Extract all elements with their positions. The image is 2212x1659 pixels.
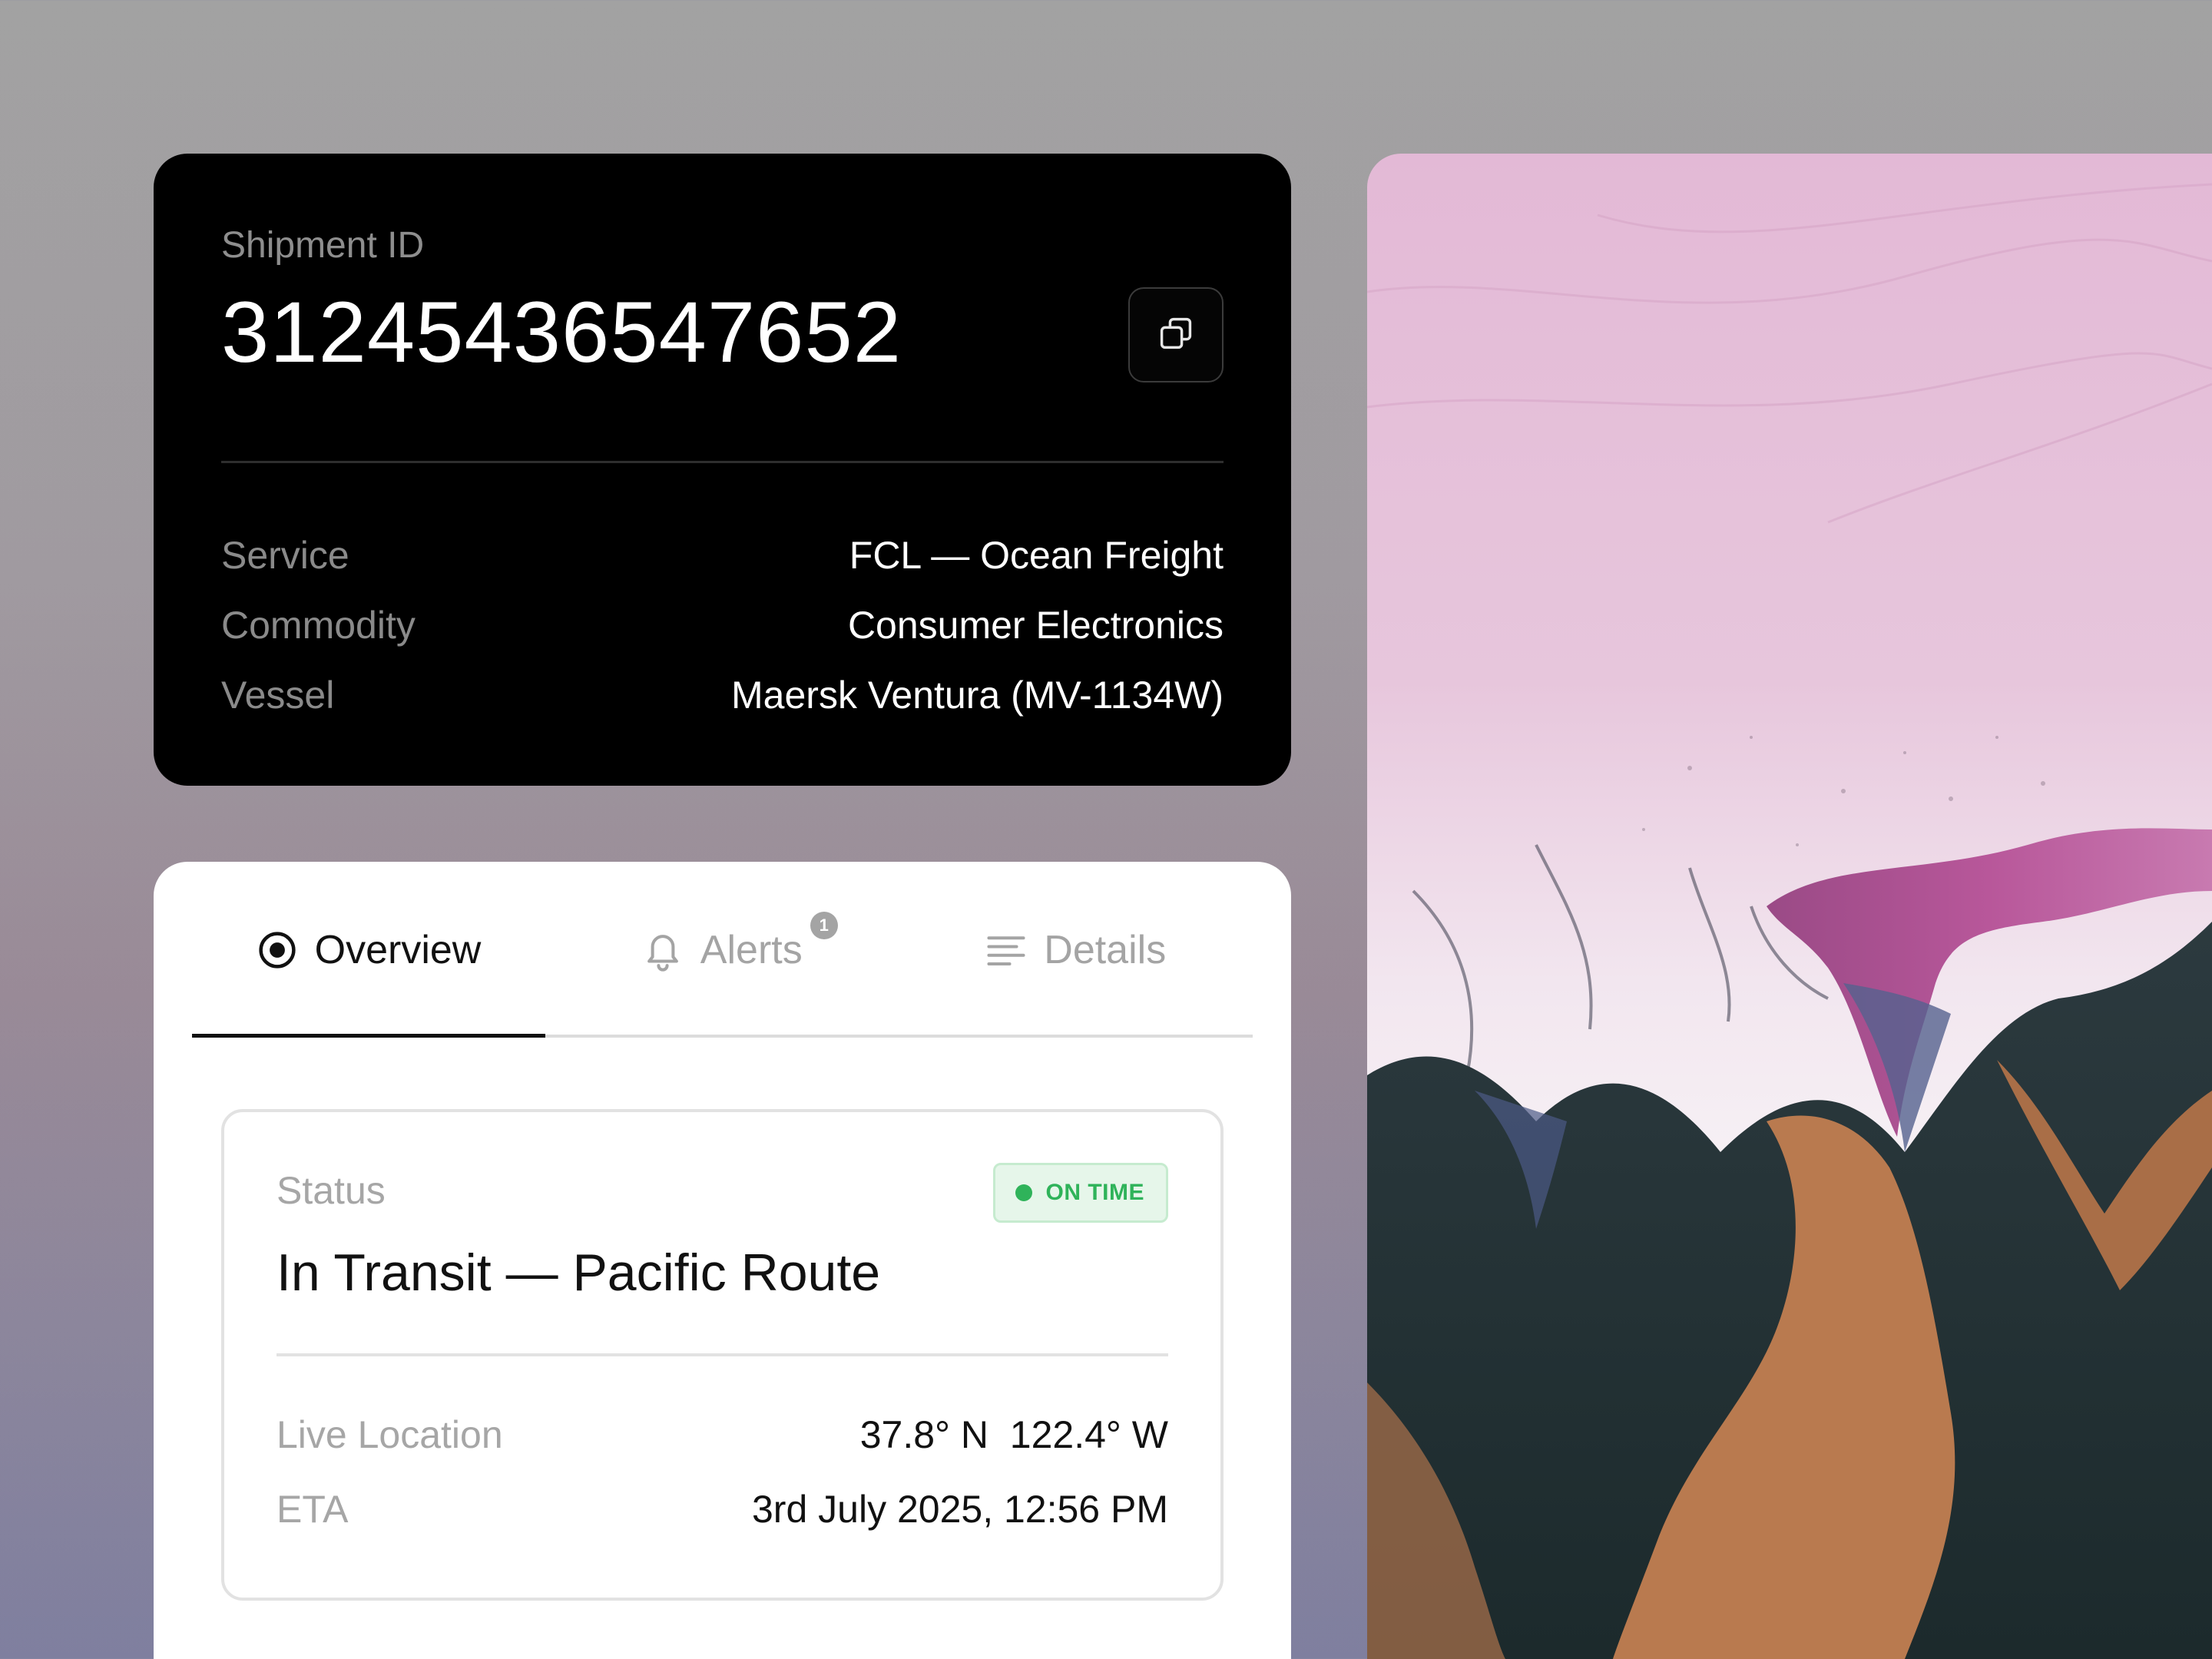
- status-value: 37.8° N 122.4° W: [859, 1413, 1168, 1456]
- detail-value: FCL — Ocean Freight: [849, 534, 1224, 577]
- status-panel: Status ON TIME In Transit — Pacific Rout…: [221, 1109, 1224, 1601]
- copy-icon: [1156, 313, 1196, 357]
- status-divider: [276, 1353, 1168, 1356]
- shipment-id-label: Shipment ID: [221, 225, 425, 266]
- shipment-card: Shipment ID 31245436547652 Service FCL —…: [154, 154, 1291, 786]
- bell-icon: [642, 928, 684, 972]
- status-key: Live Location: [276, 1413, 503, 1456]
- target-icon: [257, 929, 298, 971]
- tab-details[interactable]: Details: [899, 862, 1253, 1037]
- tab-label: Alerts: [700, 928, 803, 972]
- card-divider: [221, 461, 1224, 463]
- detail-value: Consumer Electronics: [847, 604, 1224, 647]
- status-dot-icon: [1015, 1184, 1032, 1201]
- status-title: In Transit — Pacific Route: [276, 1243, 881, 1302]
- status-value: 3rd July 2025, 12:56 PM: [752, 1488, 1168, 1531]
- tab-bar: Overview Alerts 1 Details: [192, 862, 1253, 1037]
- detail-row-commodity: Commodity Consumer Electronics: [221, 602, 1224, 648]
- status-key: ETA: [276, 1488, 349, 1531]
- tab-alerts[interactable]: Alerts 1: [545, 862, 899, 1037]
- detail-value: Maersk Ventura (MV-1134W): [731, 674, 1224, 717]
- detail-key: Service: [221, 534, 349, 577]
- status-row-eta: ETA 3rd July 2025, 12:56 PM: [276, 1485, 1168, 1534]
- status-row-location: Live Location 37.8° N 122.4° W: [276, 1410, 1168, 1459]
- detail-row-vessel: Vessel Maersk Ventura (MV-1134W): [221, 672, 1224, 718]
- tab-track: [192, 1034, 1253, 1038]
- detail-row-service: Service FCL — Ocean Freight: [221, 532, 1224, 578]
- shipment-id-value: 31245436547652: [221, 284, 902, 380]
- active-tab-indicator: [192, 1034, 545, 1038]
- detail-key: Commodity: [221, 604, 416, 647]
- tracking-card: Overview Alerts 1 Details Status ON TIME…: [154, 862, 1291, 1659]
- copy-button[interactable]: [1128, 287, 1224, 382]
- status-badge: ON TIME: [992, 1163, 1168, 1223]
- aerial-landscape-image: [1367, 154, 2212, 1659]
- alert-count-badge: 1: [810, 912, 838, 939]
- tab-overview[interactable]: Overview: [192, 862, 545, 1037]
- lines-icon: [985, 932, 1027, 968]
- detail-key: Vessel: [221, 674, 335, 717]
- tab-label: Overview: [314, 928, 482, 972]
- status-badge-text: ON TIME: [1045, 1180, 1144, 1205]
- tab-label: Details: [1044, 928, 1167, 972]
